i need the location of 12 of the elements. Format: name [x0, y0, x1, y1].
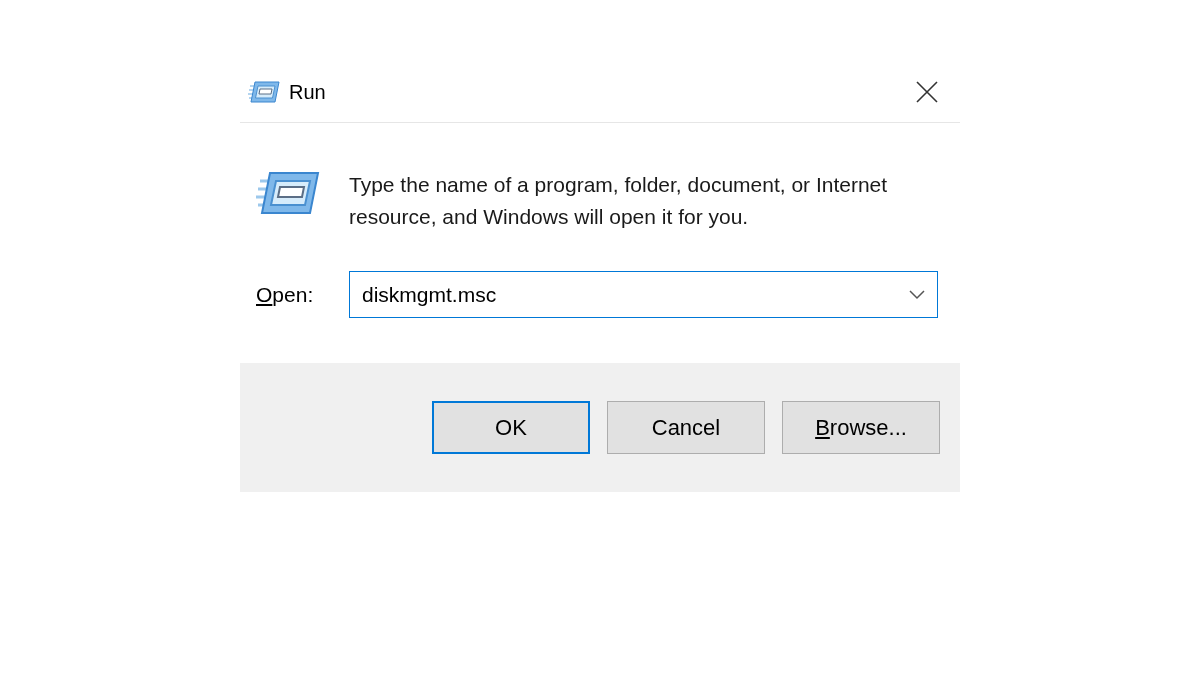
run-icon	[248, 81, 280, 103]
open-text-input[interactable]: diskmgmt.msc	[350, 282, 897, 307]
close-icon	[916, 81, 938, 103]
open-label: Open:	[256, 282, 315, 307]
dialog-button[interactable]: Browse...	[782, 401, 940, 454]
dialog-button[interactable]: Cancel	[607, 401, 765, 454]
instruction-text: Type the name of a program, folder, document, or Internet resource, and Windows will open it for you.	[349, 172, 889, 230]
window-title: Run	[289, 80, 327, 104]
dialog-button[interactable]: OK	[432, 401, 590, 454]
dropdown-caret-icon	[909, 289, 925, 300]
open-combo-box[interactable]: diskmgmt.msc	[349, 271, 938, 318]
run-icon	[256, 171, 320, 215]
